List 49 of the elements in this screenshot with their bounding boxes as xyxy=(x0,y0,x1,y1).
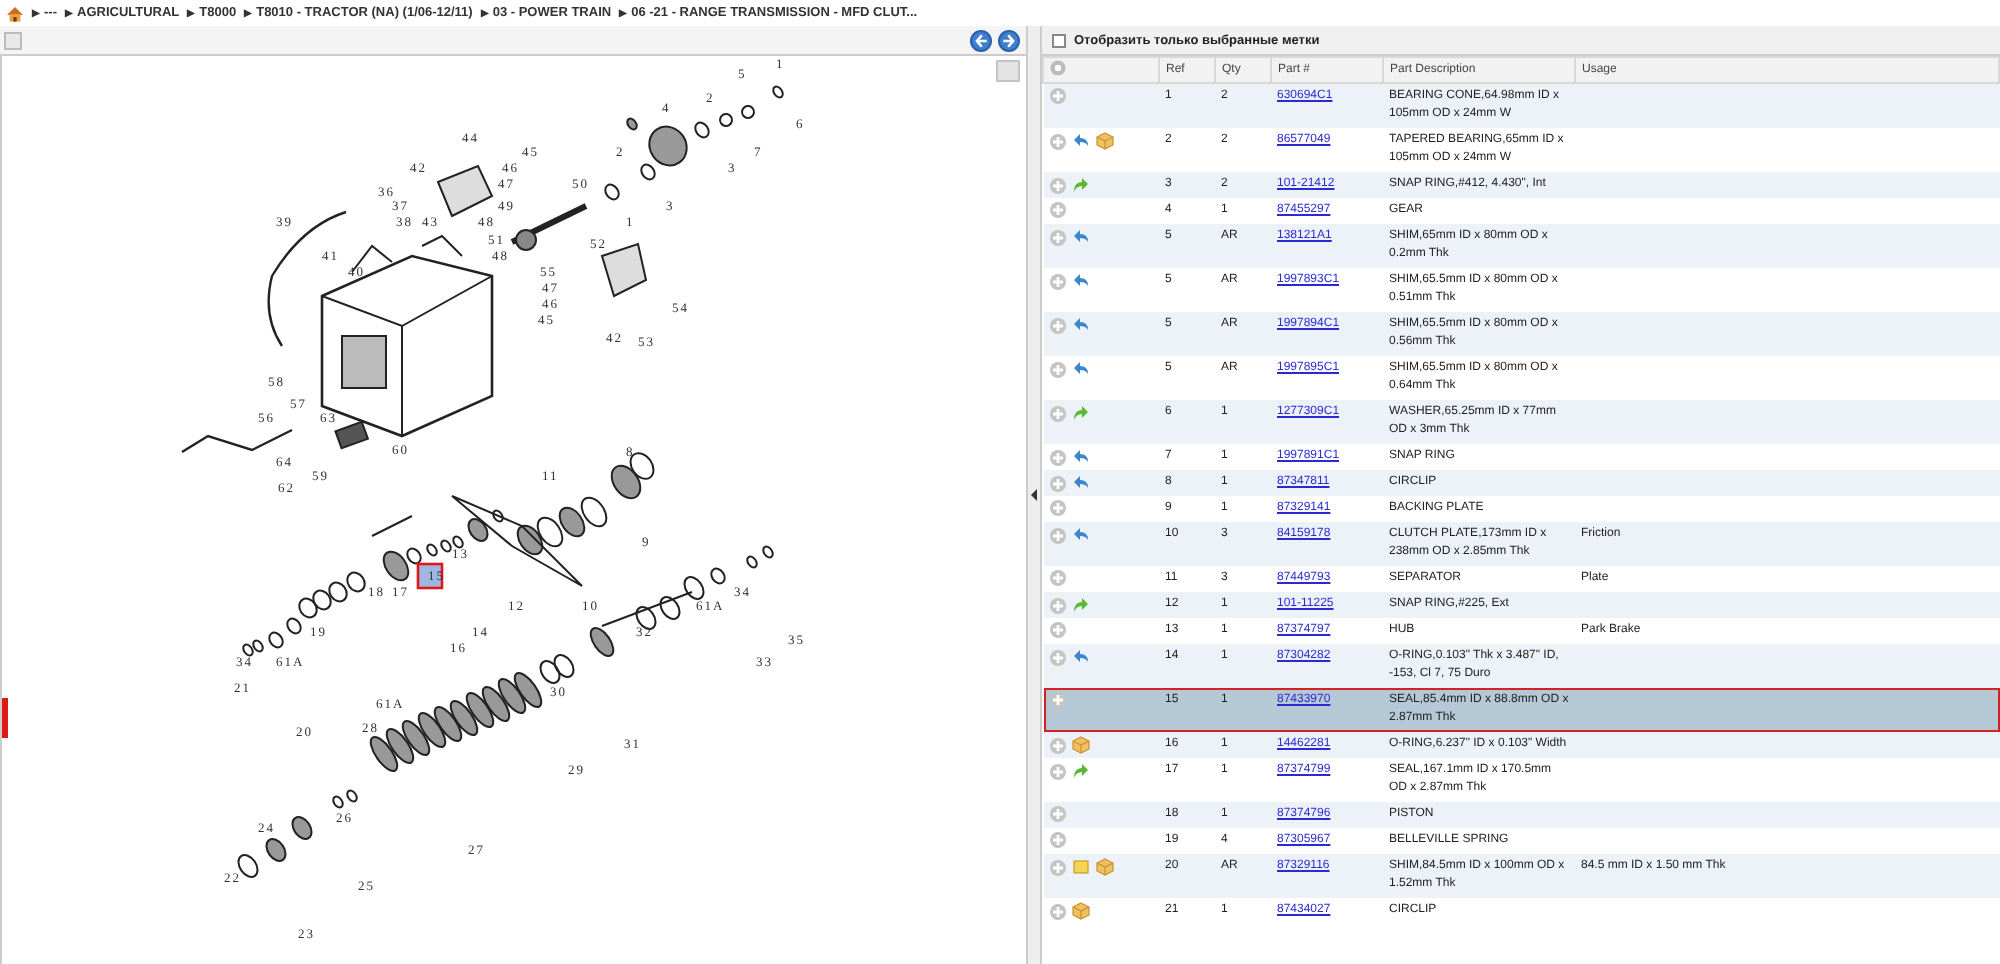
add-button[interactable] xyxy=(1049,177,1065,193)
add-button[interactable] xyxy=(1049,570,1065,586)
forward-arrow-icon xyxy=(1071,176,1089,194)
reverse-arrow-icon xyxy=(1071,648,1089,666)
pin-button[interactable] xyxy=(4,31,22,49)
reverse-arrow-icon xyxy=(1071,526,1089,544)
reverse-arrow-icon xyxy=(1071,132,1089,150)
add-button[interactable] xyxy=(1049,449,1065,465)
add-button[interactable] xyxy=(1049,527,1065,543)
add-button[interactable] xyxy=(1049,763,1065,779)
forward-button[interactable] xyxy=(998,29,1020,51)
scrollbar-thumb[interactable] xyxy=(996,60,1020,82)
reverse-arrow-icon xyxy=(1071,228,1089,246)
reverse-arrow-icon xyxy=(1071,360,1089,378)
add-button[interactable] xyxy=(1049,475,1065,491)
note-icon xyxy=(1071,858,1089,876)
add-button[interactable] xyxy=(1049,229,1065,245)
header-options-icon xyxy=(1050,60,1066,76)
home-icon xyxy=(6,5,24,21)
forward-arrow-icon xyxy=(1071,596,1089,614)
add-button[interactable] xyxy=(1049,649,1065,665)
add-button[interactable] xyxy=(1049,597,1065,613)
reverse-arrow-icon xyxy=(1071,316,1089,334)
filter-checkbox[interactable] xyxy=(1052,33,1066,47)
package-icon xyxy=(1071,902,1089,920)
add-button[interactable] xyxy=(1049,405,1065,421)
add-button[interactable] xyxy=(1049,88,1065,104)
add-button[interactable] xyxy=(1049,806,1065,822)
position-marker xyxy=(2,698,8,738)
add-button[interactable] xyxy=(1049,859,1065,875)
add-button[interactable] xyxy=(1049,903,1065,919)
back-button[interactable] xyxy=(970,29,992,51)
forward-arrow-icon xyxy=(1071,404,1089,422)
add-button[interactable] xyxy=(1049,273,1065,289)
add-button[interactable] xyxy=(1049,361,1065,377)
collapse-arrow-icon xyxy=(1030,488,1038,502)
add-button[interactable] xyxy=(1049,133,1065,149)
add-button[interactable] xyxy=(1049,622,1065,638)
package-icon xyxy=(1095,858,1113,876)
add-button[interactable] xyxy=(1049,500,1065,516)
package-icon xyxy=(1095,132,1113,150)
add-button[interactable] xyxy=(1049,692,1065,708)
add-button[interactable] xyxy=(1049,202,1065,218)
reverse-arrow-icon xyxy=(1071,272,1089,290)
package-icon xyxy=(1071,736,1089,754)
add-button[interactable] xyxy=(1049,737,1065,753)
add-button[interactable] xyxy=(1049,317,1065,333)
forward-arrow-icon xyxy=(1071,762,1089,780)
add-button[interactable] xyxy=(1049,832,1065,848)
